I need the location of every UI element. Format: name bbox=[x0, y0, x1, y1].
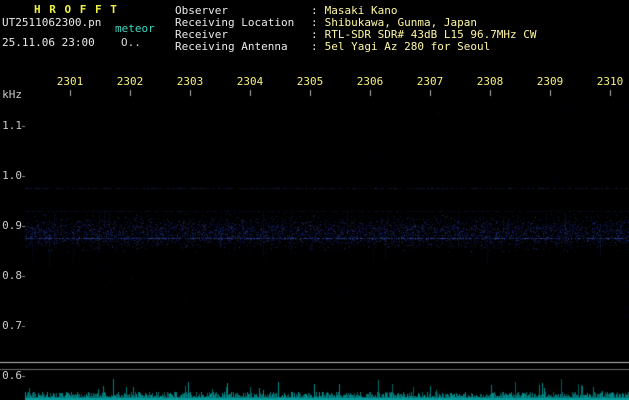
info-separator: : bbox=[311, 40, 318, 53]
x-tick-label: 2307 bbox=[416, 75, 444, 88]
y-tick-label: 0.9 bbox=[2, 219, 22, 232]
y-tick-label: 0.7 bbox=[2, 319, 22, 332]
x-tick-label: 2308 bbox=[476, 75, 504, 88]
y-tick-label: 1.1 bbox=[2, 119, 22, 132]
observation-datetime: 25.11.06 23:00 bbox=[2, 36, 95, 49]
info-label: Receiving Antenna bbox=[175, 40, 288, 53]
x-tick-label: 2302 bbox=[116, 75, 144, 88]
x-tick-label: 2305 bbox=[296, 75, 324, 88]
x-tick-label: 2309 bbox=[536, 75, 564, 88]
hrofft-spectrogram-page: H R O F F T UT2511062300.pn meteor 25.11… bbox=[0, 0, 629, 400]
x-tick-label: 2304 bbox=[236, 75, 264, 88]
output-filename: UT2511062300.pn bbox=[2, 16, 102, 29]
station-name: meteor bbox=[115, 22, 155, 35]
info-row-antenna: Receiving Antenna:5el Yagi Az 280 for Se… bbox=[175, 41, 537, 53]
info-value: 5el Yagi Az 280 for Seoul bbox=[324, 40, 491, 53]
y-tick-label: 1.0 bbox=[2, 169, 22, 182]
y-tick-label: 0.6 bbox=[2, 369, 22, 382]
x-tick-label: 2306 bbox=[356, 75, 384, 88]
x-tick-label: 2310 bbox=[596, 75, 624, 88]
y-axis-unit-label: kHz bbox=[2, 88, 22, 101]
observer-info-block: Observer: Masaki Kano Receiving Location:… bbox=[175, 5, 537, 53]
x-tick-label: 2301 bbox=[56, 75, 84, 88]
spectrogram-canvas bbox=[0, 0, 629, 400]
app-title: H R O F F T bbox=[34, 3, 118, 16]
datetime-suffix: O.. bbox=[121, 36, 141, 49]
y-tick-label: 0.8 bbox=[2, 269, 22, 282]
x-tick-label: 2303 bbox=[176, 75, 204, 88]
